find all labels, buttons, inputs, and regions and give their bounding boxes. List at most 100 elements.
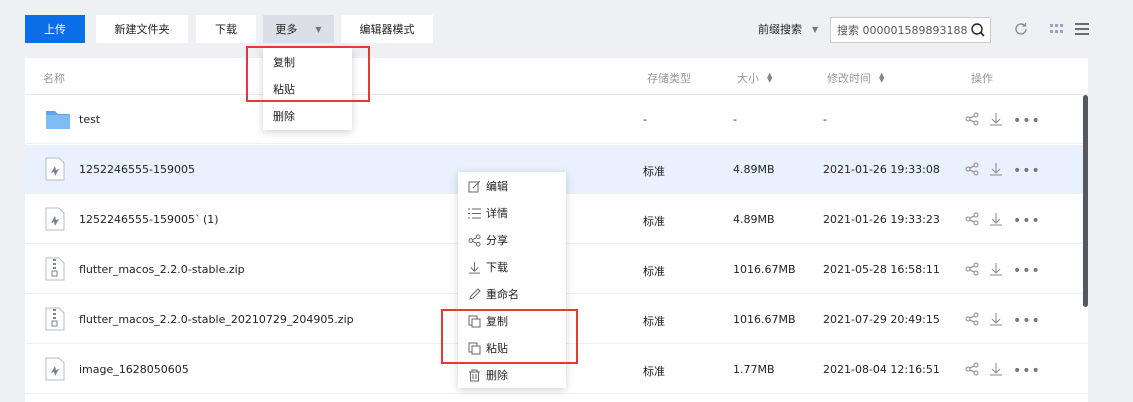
modified-time: 2021-01-26 19:33:23 <box>823 213 940 226</box>
storage-type: 标准 <box>643 365 665 378</box>
share-icon <box>466 233 482 247</box>
details-icon <box>466 207 482 220</box>
col-modified-header[interactable]: 修改时间 ▲ ▼ <box>827 70 884 86</box>
menu-item-download[interactable]: 下载 <box>466 258 508 276</box>
new-folder-button[interactable]: 新建文件夹 <box>96 15 188 43</box>
col-ops-header: 操作 <box>971 72 993 85</box>
download-icon[interactable] <box>989 362 1003 379</box>
file-size: 1016.67MB <box>733 263 796 276</box>
file-name[interactable]: flutter_macos_2.2.0-stable.zip <box>79 263 245 276</box>
col-storage-header: 存储类型 <box>647 72 691 85</box>
zip-icon <box>45 307 65 334</box>
file-name[interactable]: 1252246555-159005` <box>79 213 200 226</box>
caret-down-icon: ▼ <box>315 24 322 34</box>
refresh-icon[interactable] <box>1013 21 1029 40</box>
more-actions-icon[interactable]: ••• <box>1013 264 1041 278</box>
download-icon[interactable] <box>989 262 1003 279</box>
share-icon[interactable] <box>965 162 979 179</box>
search-icon[interactable] <box>970 22 986 41</box>
grid-view-icon[interactable] <box>1050 24 1064 37</box>
row-actions: ••• <box>965 112 1041 129</box>
annotation-box <box>441 309 578 364</box>
more-actions-icon[interactable]: ••• <box>1013 114 1041 128</box>
col-modified-label: 修改时间 <box>827 72 871 85</box>
file-icon <box>45 207 65 234</box>
file-icon <box>45 357 65 384</box>
more-actions-icon[interactable]: ••• <box>1013 214 1041 228</box>
search-mode-select[interactable]: 前缀搜索 ▼ <box>758 15 818 43</box>
vertical-scrollbar[interactable] <box>1083 95 1088 307</box>
download-icon[interactable] <box>989 112 1003 129</box>
menu-item-share[interactable]: 分享 <box>466 231 508 249</box>
menu-item-label: 详情 <box>486 207 508 220</box>
menu-item-label: 编辑 <box>486 180 508 193</box>
editor-mode-button[interactable]: 编辑器模式 <box>341 15 433 43</box>
storage-type: - <box>643 113 647 126</box>
menu-item-label: 删除 <box>486 369 508 382</box>
menu-item-label: 分享 <box>486 234 508 247</box>
modified-time: 2021-07-29 20:49:15 <box>823 313 940 326</box>
col-size-label: 大小 <box>737 72 759 85</box>
download-icon[interactable] <box>989 162 1003 179</box>
file-icon <box>45 157 65 184</box>
modified-time: 2021-01-26 19:33:08 <box>823 163 940 176</box>
sort-icon: ▲ ▼ <box>767 71 773 84</box>
pencil-icon <box>466 287 482 301</box>
more-actions-icon[interactable]: ••• <box>1013 364 1041 378</box>
table-row[interactable]: test - - - ••• <box>25 95 1088 144</box>
file-name[interactable]: image_1628050605 <box>79 363 189 376</box>
share-icon[interactable] <box>965 312 979 329</box>
file-name[interactable]: test <box>79 113 100 126</box>
modified-time: 2021-08-04 12:16:51 <box>823 363 940 376</box>
file-size: - <box>733 113 737 126</box>
list-view-icon[interactable] <box>1075 23 1089 38</box>
storage-type: 标准 <box>643 265 665 278</box>
zip-icon <box>45 257 65 284</box>
more-dropdown-button[interactable]: 更多 ▼ <box>263 15 334 43</box>
folder-icon <box>45 108 71 133</box>
menu-item-edit[interactable]: 编辑 <box>466 177 508 195</box>
modified-time: - <box>823 113 827 126</box>
storage-type: 标准 <box>643 215 665 228</box>
storage-type: 标准 <box>643 165 665 178</box>
search-input[interactable] <box>837 23 967 37</box>
download-icon <box>466 261 482 274</box>
toolbar: 上传 新建文件夹 下载 更多 ▼ 编辑器模式 前缀搜索 ▼ <box>0 0 1133 58</box>
more-label: 更多 <box>275 23 298 36</box>
sort-icon: ▲ ▼ <box>879 71 885 84</box>
share-icon[interactable] <box>965 212 979 229</box>
row-actions: ••• <box>965 312 1041 329</box>
download-icon[interactable] <box>989 312 1003 329</box>
file-name[interactable]: 1252246555-159005 <box>79 163 195 176</box>
menu-item-label: 重命名 <box>486 288 519 301</box>
annotation-box <box>246 46 370 102</box>
search-mode-label: 前缀搜索 <box>758 23 802 36</box>
menu-item-label: 下载 <box>486 261 508 274</box>
share-icon[interactable] <box>965 112 979 129</box>
edit-icon <box>466 180 482 193</box>
menu-item-details[interactable]: 详情 <box>466 204 508 222</box>
upload-button[interactable]: 上传 <box>25 15 85 43</box>
file-name[interactable]: flutter_macos_2.2.0-stable_20210729_2049… <box>79 313 354 326</box>
file-size: 4.89MB <box>733 213 775 226</box>
col-size-header[interactable]: 大小 ▲ ▼ <box>737 70 772 86</box>
download-button[interactable]: 下载 <box>196 15 256 43</box>
trash-icon <box>466 369 482 382</box>
menu-item-rename[interactable]: 重命名 <box>466 285 519 303</box>
file-size: 1016.67MB <box>733 313 796 326</box>
share-icon[interactable] <box>965 362 979 379</box>
share-icon[interactable] <box>965 262 979 279</box>
menu-item-delete[interactable]: 删除 <box>273 107 295 125</box>
row-actions: ••• <box>965 162 1041 179</box>
download-icon[interactable] <box>989 212 1003 229</box>
modified-time: 2021-05-28 16:58:11 <box>823 263 940 276</box>
file-size: 4.89MB <box>733 163 775 176</box>
file-size: 1.77MB <box>733 363 775 376</box>
row-actions: ••• <box>965 262 1041 279</box>
storage-type: 标准 <box>643 315 665 328</box>
menu-item-delete[interactable]: 删除 <box>466 366 508 384</box>
search-box <box>830 17 991 43</box>
row-actions: ••• <box>965 212 1041 229</box>
more-actions-icon[interactable]: ••• <box>1013 314 1041 328</box>
more-actions-icon[interactable]: ••• <box>1013 164 1041 178</box>
